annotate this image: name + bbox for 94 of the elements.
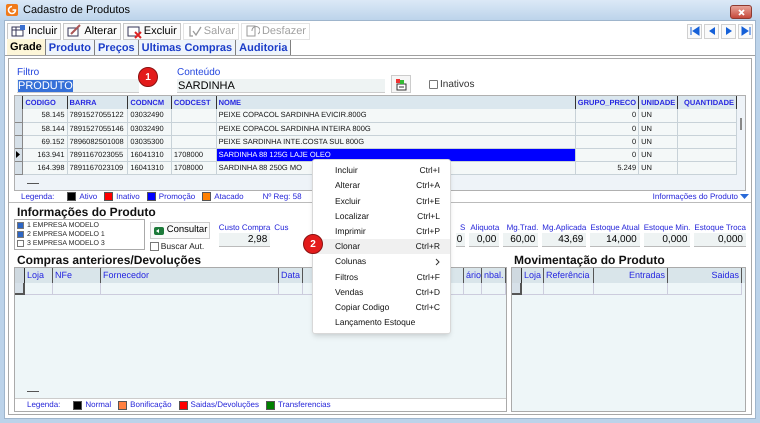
legend-text: Inativo [116,190,140,202]
legend-label: Legenda: [27,399,60,411]
checkmark-icon [186,24,202,38]
column-header: NFe [53,268,101,283]
printer-icon [394,78,408,90]
field-label: S [460,222,466,233]
legend-text: Normal [85,399,112,411]
content-field[interactable]: SARDINHA [177,79,385,93]
pencil-icon [67,24,82,38]
menu-item[interactable]: Copiar Codigo Ctrl+C [313,300,450,315]
menu-item[interactable]: Excluir Ctrl+E [313,193,450,209]
field-label: Mg.Aplicada [542,222,586,233]
app-logo-icon [6,4,18,16]
first-record-icon [688,25,700,37]
last-record-icon [740,25,752,37]
tab[interactable]: Ultimas Compras [138,40,236,55]
toolbar-button[interactable]: Alterar [63,22,121,40]
legend-label: Legenda: [21,190,54,202]
value-field: 43,69 [542,233,586,247]
value-field: 60,00 [503,233,538,247]
tab[interactable]: Produto [46,40,95,55]
inativos-checkbox[interactable] [429,80,438,89]
column-header: Loja [522,268,544,283]
field-label: Cus [274,222,289,233]
filter-button[interactable] [391,75,411,93]
field-label: Estoque Min. [644,222,690,233]
checkbox-label: Buscar Aut. [160,240,204,253]
section-title: Movimentação do Produto [513,254,665,267]
scrollbar-thumb[interactable] [740,118,742,130]
store-checkbox[interactable] [17,240,24,247]
tab[interactable]: Grade [7,39,46,55]
store-checkbox[interactable] [17,222,24,229]
tab[interactable]: Auditoria [236,40,292,55]
first-record-button[interactable] [687,24,702,38]
tab[interactable]: Preços [94,40,139,55]
row-indicator[interactable] [15,148,23,161]
record-count: Nº Reg: 58 [262,190,302,202]
previous-record-button[interactable] [704,24,719,38]
column-header: Entradas [594,268,668,283]
close-icon [736,8,746,16]
value-field: 0 [456,233,466,247]
column-header: Data [279,268,303,283]
column-header: nbal. [482,268,506,283]
menu-item[interactable]: Alterar Ctrl+A [313,178,450,194]
toolbar-button[interactable]: Excluir [122,22,181,40]
menu-item[interactable]: Localizar Ctrl+L [313,208,450,224]
field-label: Mg.Trad. [506,222,538,233]
window-title: Cadastro de Produtos [23,2,130,18]
checkbox-label: Inativos [440,78,474,92]
buscar-checkbox[interactable] [150,242,159,251]
field-label: Custo Compra [218,222,270,233]
field-label: Filtro [17,67,40,79]
value-field: 2,98 [218,233,270,247]
value-field: 14,000 [590,233,640,247]
filter-field[interactable]: PRODUTO [17,79,139,93]
field-label: Estoque Troca [694,222,746,233]
legend-text: Saidas/Devoluções [190,399,259,411]
legend-text: Transferencias [278,399,331,411]
consultar-button[interactable]: Consultar [150,222,210,239]
legend-text: Bonificação [130,399,172,411]
field-label: Conteúdo [177,67,222,79]
next-record-button[interactable] [721,24,736,38]
toolbar-button[interactable]: Incluir [7,22,62,40]
document-icon [244,24,260,38]
menu-item[interactable]: Colunas [313,254,450,270]
last-record-button[interactable] [738,24,753,38]
section-title: Informações do Produto [16,206,156,219]
column-header: Loja [25,268,53,283]
column-header: Fornecedor [101,268,279,283]
value-field: 0,000 [694,233,746,247]
table-add-icon [11,24,26,38]
legend-text: Promoção [158,190,196,202]
menu-item[interactable]: Vendas Ctrl+D [313,284,450,300]
row-indicator [15,283,25,295]
table-delete-icon [126,24,142,38]
store-checkbox[interactable] [17,231,24,238]
row-pointer-icon [15,150,21,159]
column-header: Saidas [668,268,742,283]
field-label: Aliquota [470,222,500,233]
value-field: 0,000 [644,233,690,247]
column-header: Referência [544,268,594,283]
legend-text: Ativo [79,190,98,202]
column-header: ário [464,268,482,283]
product-info-link[interactable]: Informações do Produto [652,190,749,202]
field-label: Estoque Atual [590,222,640,233]
row-indicator [512,283,522,295]
menu-item[interactable]: Lançamento Estoque [313,314,450,330]
value-field: 0,00 [469,233,500,247]
section-title: Compras anteriores/Devoluções [16,254,202,267]
menu-item[interactable]: Filtros Ctrl+F [313,269,450,284]
caret-icon [740,193,749,200]
legend-text: Atacado [214,190,244,202]
close-button[interactable] [730,5,752,19]
chevron-right-icon [435,258,440,266]
